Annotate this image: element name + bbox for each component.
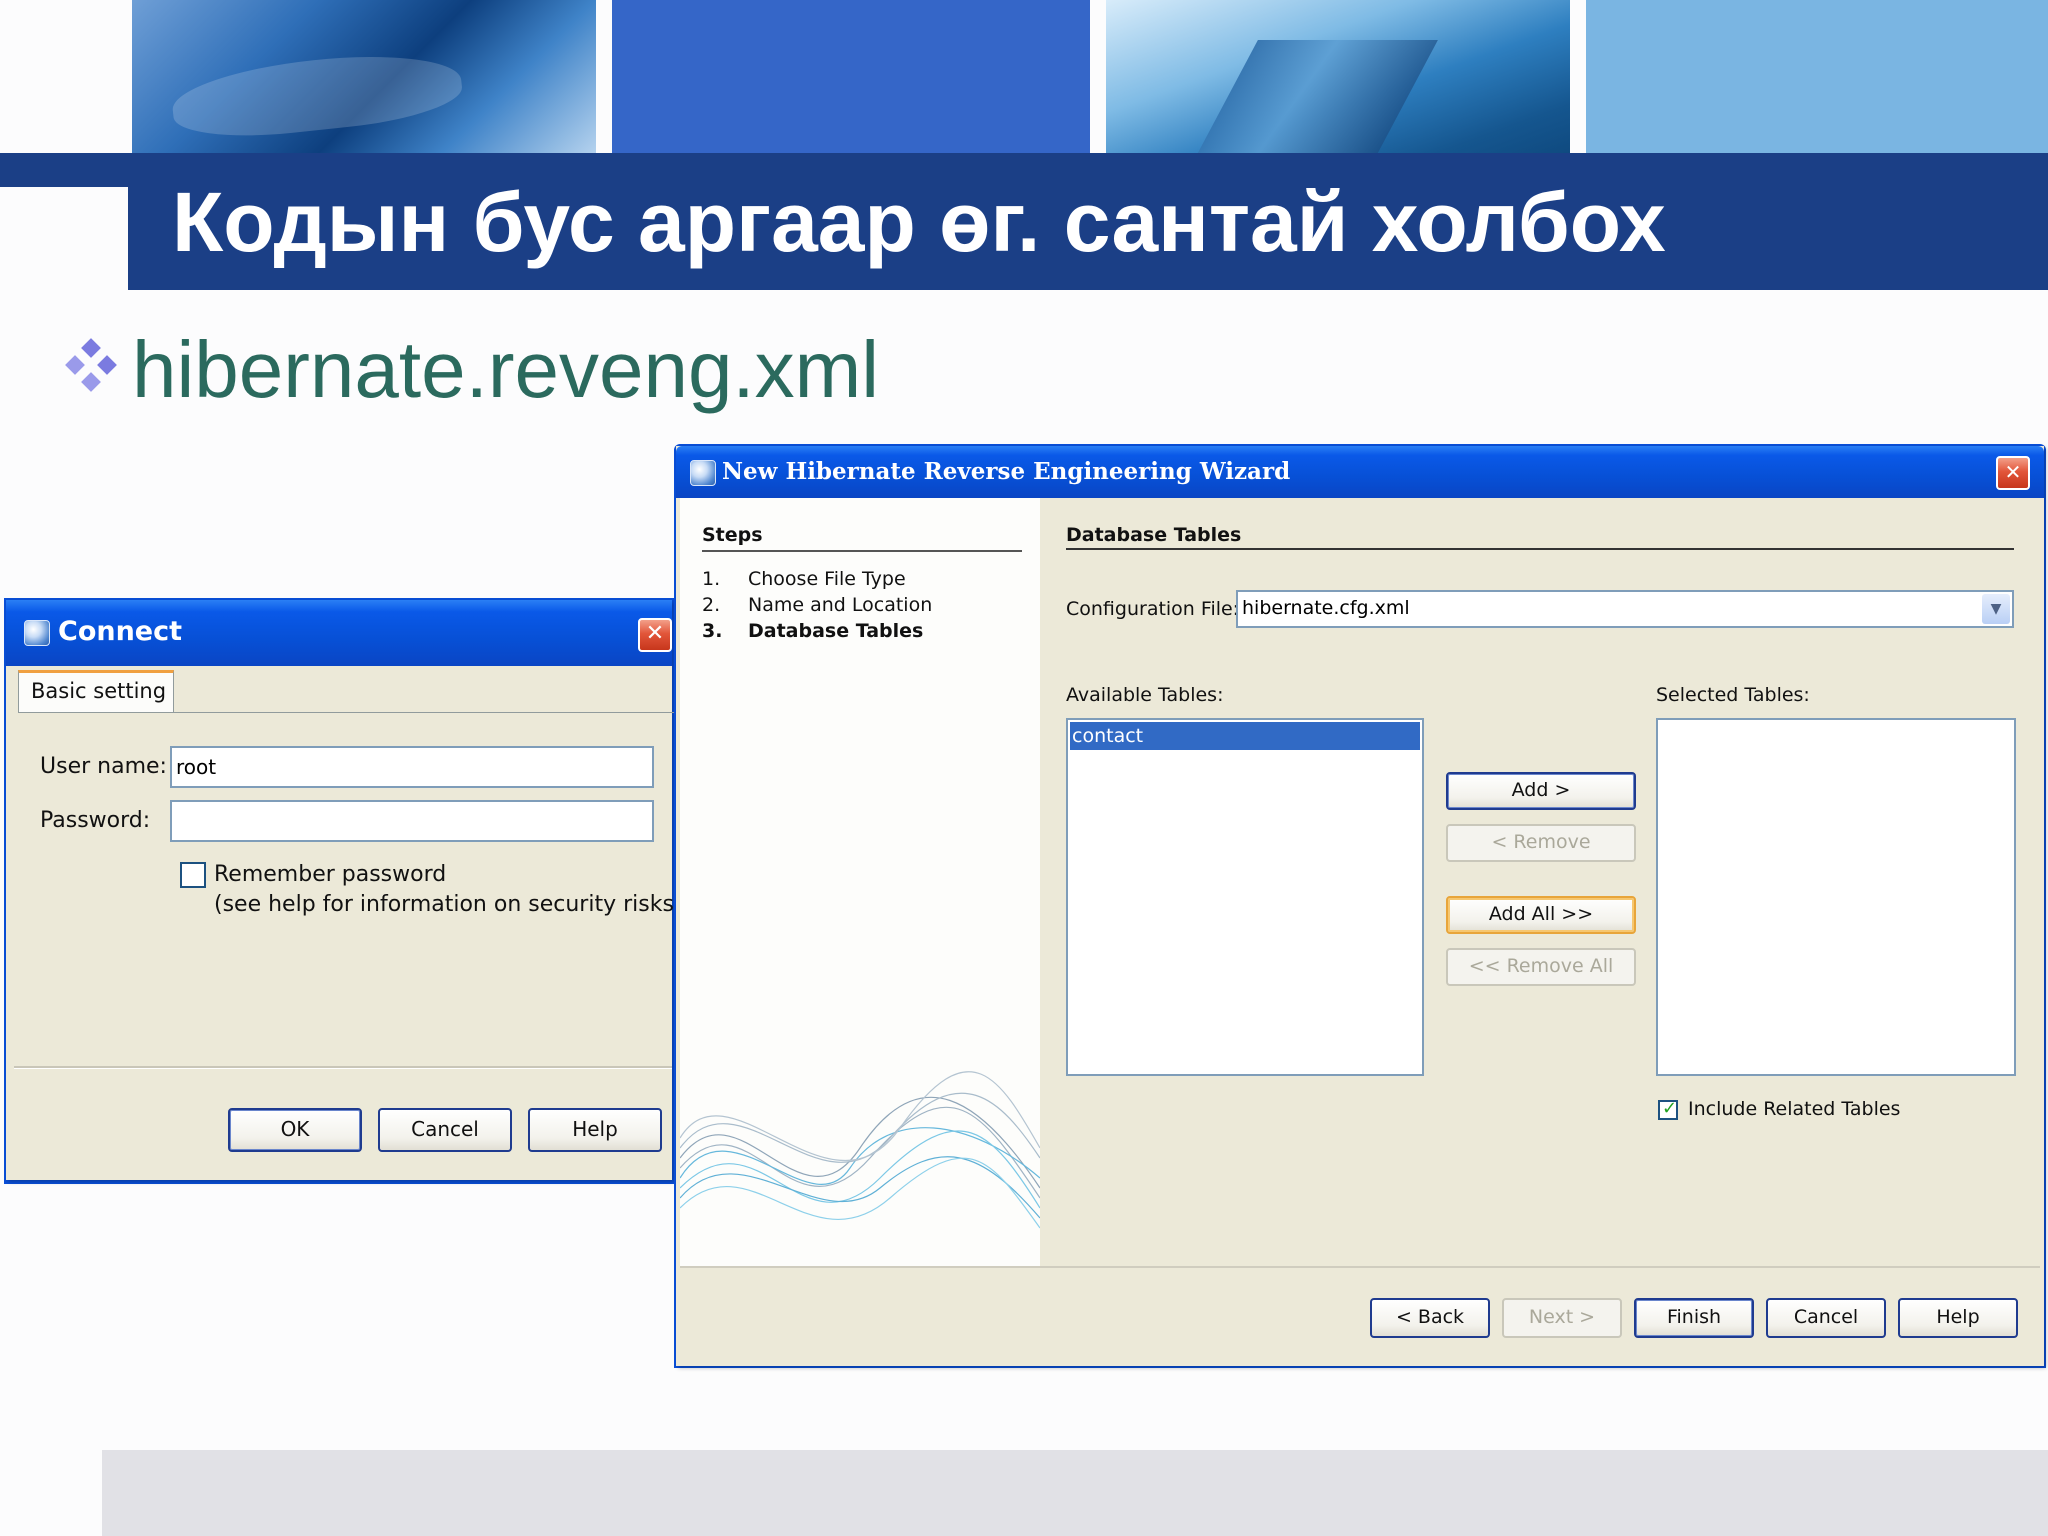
app-icon — [690, 460, 716, 486]
back-button[interactable]: < Back — [1370, 1298, 1490, 1338]
banner-block-light-blue — [1586, 0, 2048, 153]
check-icon: ✓ — [1662, 1098, 1678, 1119]
close-icon[interactable]: ✕ — [638, 618, 672, 652]
include-related-label[interactable]: Include Related Tables — [1688, 1098, 1900, 1120]
wizard-dialog: New Hibernate Reverse Engineering Wizard… — [676, 446, 2044, 1366]
add-button[interactable]: Add > — [1446, 772, 1636, 810]
diamond-bullet-icon — [65, 338, 117, 392]
wizard-title: New Hibernate Reverse Engineering Wizard — [722, 458, 1291, 485]
help-button[interactable]: Help — [528, 1108, 662, 1152]
connect-title: Connect — [58, 616, 183, 647]
selected-tables-list[interactable] — [1656, 718, 2016, 1076]
selected-tables-label: Selected Tables: — [1656, 684, 1810, 706]
help-button[interactable]: Help — [1898, 1298, 2018, 1338]
list-item[interactable]: contact — [1070, 722, 1420, 750]
panel-heading-rule — [1066, 548, 2014, 550]
remove-button[interactable]: < Remove — [1446, 824, 1636, 862]
footer-band — [102, 1450, 2048, 1536]
step-number: 1. — [702, 568, 721, 590]
steps-heading: Steps — [702, 524, 763, 546]
available-tables-list[interactable]: contact — [1066, 718, 1424, 1076]
tab-strip-line — [18, 712, 678, 713]
step-item: 2. Name and Location — [702, 594, 932, 616]
add-all-button[interactable]: Add All >> — [1446, 896, 1636, 934]
step-item-current: 3. Database Tables — [702, 620, 923, 642]
config-file-label: Configuration File: — [1066, 598, 1240, 620]
password-input[interactable] — [170, 800, 654, 842]
panel-heading: Database Tables — [1066, 524, 1242, 546]
remove-all-button[interactable]: << Remove All — [1446, 948, 1636, 986]
ok-button[interactable]: OK — [228, 1108, 362, 1152]
step-item: 1. Choose File Type — [702, 568, 906, 590]
finish-button[interactable]: Finish — [1634, 1298, 1754, 1338]
step-number: 3. — [702, 620, 723, 642]
username-input[interactable] — [170, 746, 654, 788]
banner-image-building — [1106, 0, 1570, 160]
cancel-button[interactable]: Cancel — [1766, 1298, 1886, 1338]
step-number: 2. — [702, 594, 721, 616]
wizard-button-separator — [680, 1266, 2040, 1268]
banner-block-blue — [612, 0, 1090, 153]
config-file-value: hibernate.cfg.xml — [1242, 597, 1410, 619]
tab-basic-setting[interactable]: Basic setting — [18, 670, 174, 712]
steps-rule — [702, 550, 1022, 552]
connect-titlebar[interactable]: Connect ✕ — [6, 600, 672, 666]
app-icon — [24, 620, 50, 646]
step-label: Database Tables — [748, 620, 924, 642]
wave-decoration-icon — [680, 1071, 1040, 1229]
banner-image-keyboard — [132, 0, 596, 153]
button-separator — [14, 1066, 672, 1069]
security-note: (see help for information on security ri… — [214, 892, 683, 917]
connect-dialog: Connect ✕ Basic setting User name: Passw… — [6, 600, 683, 1180]
next-button[interactable]: Next > — [1502, 1298, 1622, 1338]
chevron-down-icon[interactable]: ▼ — [1982, 594, 2010, 624]
steps-panel: Steps 1. Choose File Type 2. Name and Loca… — [680, 498, 1040, 1266]
wizard-titlebar[interactable]: New Hibernate Reverse Engineering Wizard… — [676, 446, 2044, 498]
remember-password-label[interactable]: Remember password — [214, 862, 446, 887]
include-related-checkbox[interactable]: ✓ — [1658, 1098, 1678, 1120]
password-label: Password: — [40, 808, 151, 833]
slide-title: Кодын бус аргаар өг. сантай холбох — [172, 175, 1666, 269]
step-label: Choose File Type — [748, 568, 906, 590]
step-label: Name and Location — [748, 594, 933, 616]
remember-password-checkbox[interactable] — [180, 862, 206, 888]
username-label: User name: — [40, 754, 167, 779]
config-file-select[interactable]: hibernate.cfg.xml ▼ — [1236, 590, 2014, 628]
close-icon[interactable]: ✕ — [1996, 456, 2030, 490]
available-tables-label: Available Tables: — [1066, 684, 1224, 706]
bullet-text: hibernate.reveng.xml — [132, 325, 880, 414]
cancel-button[interactable]: Cancel — [378, 1108, 512, 1152]
